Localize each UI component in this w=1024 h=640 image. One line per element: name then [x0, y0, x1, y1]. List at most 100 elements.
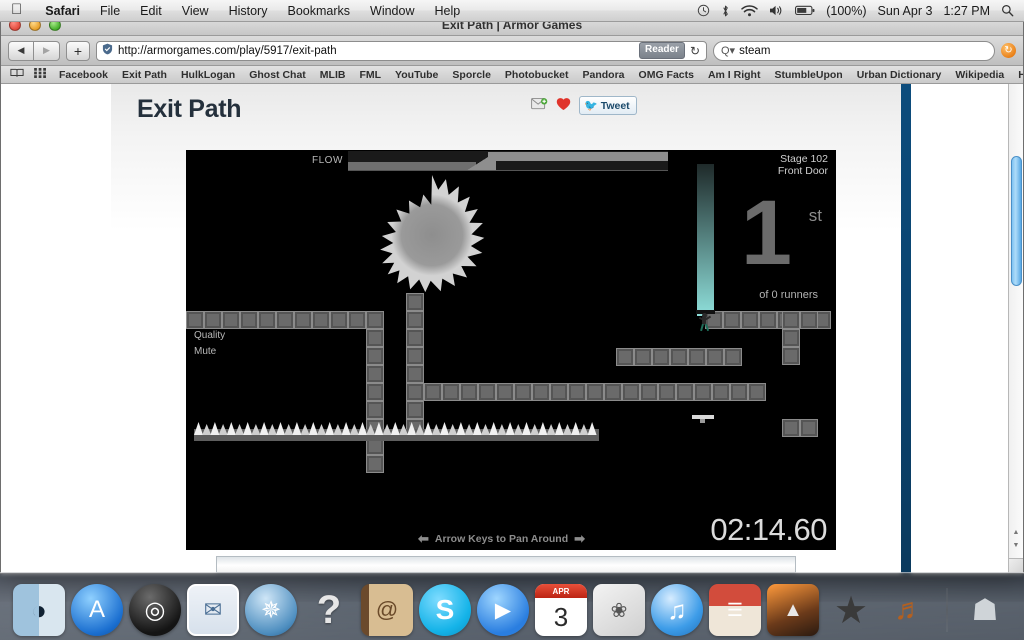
menu-bar:  Safari File Edit View History Bookmark… — [0, 0, 1024, 22]
search-magnifier-icon[interactable]: Q▾ — [721, 44, 735, 57]
mail-icon: ✉ — [203, 597, 223, 622]
bookmark-urban-dictionary[interactable]: Urban Dictionary — [850, 69, 949, 81]
reload-button[interactable]: ↻ — [690, 44, 702, 58]
dock-item-preview[interactable]: ▲ — [767, 584, 819, 636]
flow-meter — [348, 151, 668, 171]
menu-item-file[interactable]: File — [90, 4, 130, 18]
page-title: Exit Path — [137, 95, 242, 123]
bookmark-sporcle[interactable]: Sporcle — [445, 69, 498, 81]
bookmark-ghost-chat[interactable]: Ghost Chat — [242, 69, 313, 81]
dock-item-address-book[interactable]: @ — [361, 584, 413, 636]
extras-button[interactable]: ↻ — [1001, 43, 1016, 58]
flow-label: FLOW — [312, 155, 343, 166]
scroll-down-arrow[interactable]: ▼ — [1009, 542, 1023, 549]
dock-item-ical[interactable]: APR 3 — [535, 584, 587, 636]
clock-icon[interactable] — [697, 4, 710, 17]
tweet-button[interactable]: 🐦 Tweet — [579, 96, 637, 115]
heart-icon[interactable] — [556, 97, 571, 114]
forward-button[interactable]: ▶ — [34, 40, 60, 61]
runners-count: of 0 runners — [759, 289, 818, 301]
dock-item-trash[interactable]: ☗ — [959, 584, 1011, 636]
dock-item-app-store[interactable]: A — [71, 584, 123, 636]
menu-item-bookmarks[interactable]: Bookmarks — [277, 4, 360, 18]
volume-icon[interactable] — [769, 4, 784, 17]
menu-item-history[interactable]: History — [219, 4, 278, 18]
battery-icon[interactable] — [795, 5, 815, 16]
apple-icon[interactable]:  — [0, 2, 35, 17]
ad-strip[interactable] — [216, 556, 796, 573]
bookmark-youtube[interactable]: YouTube — [388, 69, 445, 81]
menu-item-help[interactable]: Help — [424, 4, 470, 18]
search-input[interactable]: Q▾ steam — [713, 40, 995, 61]
scrollbar-thumb[interactable] — [1011, 156, 1022, 286]
bookmark-exit-path[interactable]: Exit Path — [115, 69, 174, 81]
platform-tile-mid-shelf — [694, 383, 712, 401]
flow-meter-rim — [348, 170, 668, 171]
mute-button[interactable]: Mute — [194, 346, 216, 357]
dock-item-imovie[interactable]: ★ — [825, 584, 877, 636]
dock-item-facetime[interactable]: ▶ — [477, 584, 529, 636]
runner-leg-left — [700, 323, 704, 332]
scroll-up-arrow[interactable]: ▲ — [1009, 529, 1023, 536]
menu-item-window[interactable]: Window — [360, 4, 424, 18]
ical-month: APR — [535, 584, 587, 598]
back-button[interactable]: ◀ — [8, 40, 34, 61]
mail-share-icon[interactable] — [531, 97, 548, 114]
address-book-icon: @ — [375, 597, 399, 622]
dock-item-iphoto[interactable]: ❀ — [593, 584, 645, 636]
platform-tile-mid-shelf — [658, 383, 676, 401]
new-tab-button[interactable]: + — [66, 40, 90, 61]
bookmark-omg-facts[interactable]: OMG Facts — [632, 69, 701, 81]
pan-hint: ⬅ Arrow Keys to Pan Around ➡ — [418, 531, 585, 547]
arrow-left-icon: ⬅ — [418, 531, 429, 546]
dock-item-skype[interactable]: S — [419, 584, 471, 636]
quality-button[interactable]: Quality — [194, 330, 225, 341]
dock-item-finder[interactable]: ◑ — [13, 584, 65, 636]
bookmark-pandora[interactable]: Pandora — [576, 69, 632, 81]
bluetooth-icon[interactable] — [721, 4, 730, 18]
dock-item-dashboard[interactable]: ◎ — [129, 584, 181, 636]
stage-number: Stage 102 — [780, 153, 828, 165]
menu-item-view[interactable]: View — [172, 4, 219, 18]
address-bar[interactable]: http://armorgames.com/play/5917/exit-pat… — [96, 40, 707, 61]
nav-buttons[interactable]: ◀ ▶ — [8, 40, 60, 61]
trash-icon: ☗ — [971, 593, 999, 627]
battery-percent: (100%) — [826, 3, 867, 18]
bookmark-facebook[interactable]: Facebook — [52, 69, 115, 81]
url-text: http://armorgames.com/play/5917/exit-pat… — [118, 44, 337, 57]
menubar-date: Sun Apr 3 — [877, 3, 933, 18]
exit-beam — [697, 164, 714, 316]
page-content: Exit Path 🐦 Tweet FLOW Stage 102 Front D… — [1, 84, 1023, 573]
grid-icon[interactable] — [29, 68, 52, 81]
platform-tile-mid-shelf — [622, 383, 640, 401]
search-icon[interactable] — [1001, 4, 1014, 17]
wifi-icon[interactable] — [741, 4, 758, 17]
menu-item-safari[interactable]: Safari — [35, 4, 90, 18]
flash-game-stage[interactable]: FLOW Stage 102 Front Door 1 st of 0 runn… — [186, 150, 836, 550]
dock-item-mail[interactable]: ✉ — [187, 584, 239, 636]
stage-label: Stage 102 Front Door — [778, 153, 828, 177]
dock-separator — [946, 588, 948, 632]
platform-tile-exit-row-b — [800, 311, 818, 329]
dock-item-garageband[interactable]: ♬ — [883, 584, 935, 636]
dock-item-itunes[interactable]: ♫ — [651, 584, 703, 636]
bookmark-fml[interactable]: FML — [352, 69, 388, 81]
bookmark-stumbleupon[interactable]: StumbleUpon — [767, 69, 849, 81]
resize-corner[interactable] — [1008, 558, 1023, 573]
reader-button[interactable]: Reader — [639, 42, 685, 59]
scrollbar-arrows[interactable]: ▲ ▼ — [1009, 529, 1023, 557]
bookmark-am-i-right[interactable]: Am I Right — [701, 69, 768, 81]
dock-item-safari[interactable]: ✵ — [245, 584, 297, 636]
bookmark-hulklogan[interactable]: HulkLogan — [174, 69, 242, 81]
dock-item-help[interactable]: ? — [303, 584, 355, 636]
menu-item-edit[interactable]: Edit — [130, 4, 172, 18]
bookmark-wikipedia[interactable]: Wikipedia — [948, 69, 1011, 81]
bookmark-hotmail[interactable]: Hotmail — [1011, 69, 1023, 81]
app-store-icon: A — [88, 596, 105, 623]
dock-item-photo-booth[interactable]: ☰ — [709, 584, 761, 636]
bookmark-mlib[interactable]: MLIB — [313, 69, 353, 81]
platform-tile-mid-shelf — [586, 383, 604, 401]
vertical-scrollbar[interactable]: ▲ ▼ — [1008, 84, 1023, 573]
book-icon[interactable] — [5, 68, 29, 81]
bookmark-photobucket[interactable]: Photobucket — [498, 69, 576, 81]
